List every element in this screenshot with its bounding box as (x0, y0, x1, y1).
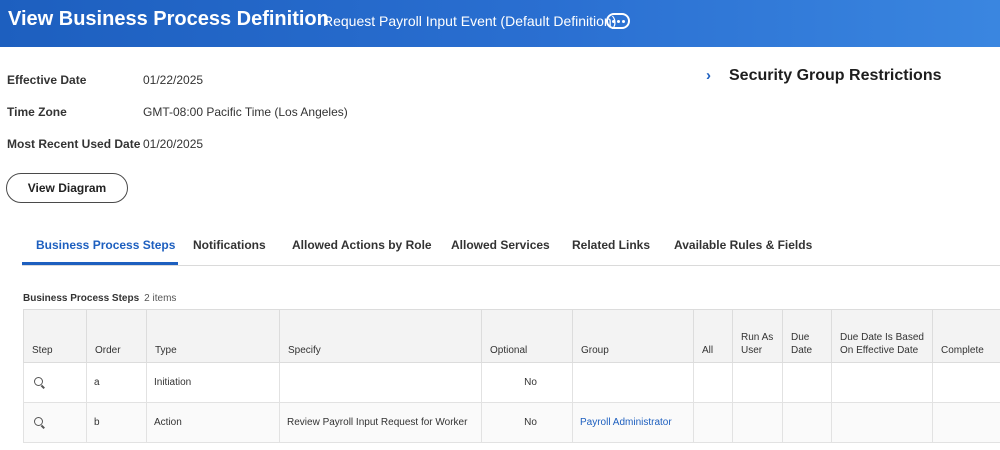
security-group-restrictions-toggle[interactable]: Security Group Restrictions (729, 67, 942, 85)
type-cell: Initiation (146, 362, 280, 403)
view-diagram-button[interactable]: View Diagram (6, 173, 128, 203)
column-header-step[interactable]: Step (23, 309, 87, 363)
step-cell (23, 402, 87, 443)
group-cell (572, 362, 694, 403)
most-recent-used-date-value: 01/20/2025 (143, 137, 204, 151)
grid-caption: Business Process Steps 2 items (23, 293, 176, 304)
effective-date-label: Effective Date (7, 73, 87, 87)
order-cell: b (86, 402, 147, 443)
tab-related-links[interactable]: Related Links (572, 238, 650, 252)
column-header-group[interactable]: Group (572, 309, 694, 363)
run-as-user-cell (732, 362, 783, 403)
column-header-run-as-user[interactable]: Run As User (732, 309, 783, 363)
column-header-optional[interactable]: Optional (481, 309, 573, 363)
table-row: a Initiation No (23, 362, 1000, 403)
type-cell: Action (146, 402, 280, 443)
effective-date-value: 01/22/2025 (143, 73, 204, 87)
step-cell (23, 362, 87, 403)
search-icon[interactable] (34, 416, 43, 426)
column-header-type[interactable]: Type (146, 309, 280, 363)
complete-cell (932, 362, 1000, 403)
tab-business-process-steps[interactable]: Business Process Steps (36, 238, 175, 252)
group-link[interactable]: Payroll Administrator (580, 417, 672, 428)
tab-allowed-actions-by-role[interactable]: Allowed Actions by Role (292, 238, 432, 252)
active-tab-indicator (22, 262, 178, 265)
column-header-complete[interactable]: Complete (932, 309, 1000, 363)
specify-cell (279, 362, 482, 403)
chevron-right-icon[interactable]: › (706, 67, 711, 84)
time-zone-label: Time Zone (7, 105, 67, 119)
due-date-cell (782, 402, 832, 443)
search-icon[interactable] (34, 376, 43, 386)
complete-cell (932, 402, 1000, 443)
page-header: View Business Process Definition Request… (0, 0, 1000, 47)
most-recent-used-date-label: Most Recent Used Date (7, 137, 141, 151)
column-header-all[interactable]: All (693, 309, 733, 363)
due-date-cell (782, 362, 832, 403)
table-header-row: Step Order Type Specify Optional Group A… (23, 309, 1000, 363)
business-process-steps-table: Step Order Type Specify Optional Group A… (23, 309, 1000, 443)
tab-bar: Business Process Steps Notifications All… (22, 228, 1000, 266)
optional-cell: No (481, 362, 573, 403)
run-as-user-cell (732, 402, 783, 443)
column-header-due-date[interactable]: Due Date (782, 309, 832, 363)
column-header-due-date-effective[interactable]: Due Date Is Based On Effective Date (831, 309, 933, 363)
column-header-specify[interactable]: Specify (279, 309, 482, 363)
due-date-effective-cell (831, 402, 933, 443)
time-zone-value: GMT-08:00 Pacific Time (Los Angeles) (143, 105, 348, 119)
grid-item-count: 2 items (144, 293, 177, 304)
page-subtitle: Request Payroll Input Event (Default Def… (323, 13, 617, 29)
column-header-order[interactable]: Order (86, 309, 147, 363)
group-cell: Payroll Administrator (572, 402, 694, 443)
more-actions-icon[interactable] (606, 13, 630, 29)
tab-available-rules-fields[interactable]: Available Rules & Fields (674, 238, 812, 252)
page-title: View Business Process Definition (8, 8, 329, 30)
table-row: b Action Review Payroll Input Request fo… (23, 402, 1000, 443)
all-cell (693, 362, 733, 403)
due-date-effective-cell (831, 362, 933, 403)
tab-notifications[interactable]: Notifications (193, 238, 266, 252)
order-cell: a (86, 362, 147, 403)
grid-title: Business Process Steps (23, 293, 140, 304)
tab-allowed-services[interactable]: Allowed Services (451, 238, 550, 252)
optional-cell: No (481, 402, 573, 443)
all-cell (693, 402, 733, 443)
specify-cell: Review Payroll Input Request for Worker (279, 402, 482, 443)
